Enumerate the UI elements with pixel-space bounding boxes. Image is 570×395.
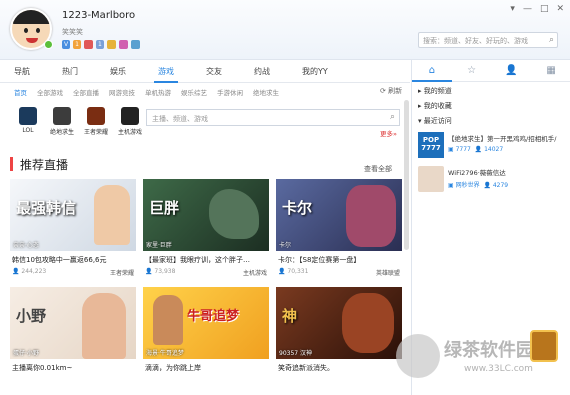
viewers-icon: 👤 xyxy=(145,268,153,275)
viewers-icon: 👤 xyxy=(278,268,286,275)
streamer-avatar xyxy=(418,166,444,192)
subnav-all-games[interactable]: 全部游戏 xyxy=(37,87,63,97)
vip-badge-icon[interactable]: V xyxy=(62,40,71,49)
card-thumbnail[interactable]: 巨胖 家里·巨胖 xyxy=(143,179,269,251)
card-thumbnail[interactable]: 小野 蛋仔·小野 xyxy=(10,287,136,359)
main-nav: 导航 热门 娱乐 游戏 交友 约战 我的YY xyxy=(0,60,410,83)
close-icon[interactable]: ✕ xyxy=(556,4,564,14)
level-badge-icon[interactable]: 1 xyxy=(73,40,81,49)
right-tabs: ⌂ ☆ 👤 ▦ xyxy=(412,60,570,82)
rank-badge-icon[interactable]: 1 xyxy=(95,40,104,49)
see-all-link[interactable]: 查看全部 xyxy=(364,164,392,174)
heart-badge-icon[interactable] xyxy=(83,40,93,49)
card-thumbnail[interactable]: 最强韩信 亲亲·心态 xyxy=(10,179,136,251)
apps-tab-icon[interactable]: ▦ xyxy=(531,60,570,82)
user-badges: V 1 1 xyxy=(62,40,140,49)
tab-games[interactable]: 游戏 xyxy=(154,60,178,83)
treasure-chest-icon[interactable] xyxy=(530,330,558,362)
my-favorites-link[interactable]: ▸ 我的收藏 xyxy=(418,99,452,114)
signature[interactable]: 笑笑笑 xyxy=(62,27,83,37)
console-icon xyxy=(121,107,139,125)
medal-badge-icon[interactable] xyxy=(106,40,116,49)
recent-item[interactable]: POP 7777 【绝地求生】第一开黑鸡鸡/招相机手/ ▣ 7777 👤 140… xyxy=(418,132,568,162)
tab-nav[interactable]: 导航 xyxy=(10,60,34,83)
tab-entertainment[interactable]: 娱乐 xyxy=(106,60,130,83)
hero-image xyxy=(346,185,396,247)
viewers-icon: 👤 xyxy=(12,268,20,275)
search-icon[interactable]: ⌕ xyxy=(549,35,554,45)
user-count-icon: 👤 xyxy=(474,146,483,153)
subnav-home[interactable]: 首页 xyxy=(14,87,27,97)
game-lol[interactable]: LOL xyxy=(14,107,42,136)
profile-header: 1223-Marlboro 笑笑笑 V 1 1 ▾ — □ ✕ 搜索：频道、好友… xyxy=(0,0,570,60)
section-title: 推荐直播 xyxy=(20,158,69,172)
user-count-icon: 👤 xyxy=(483,182,491,189)
game-console[interactable]: 主机游戏 xyxy=(116,107,144,136)
channel-id-icon: ▣ xyxy=(448,182,454,189)
subnav-single[interactable]: 单机热游 xyxy=(145,87,171,97)
game-shortcuts: LOL 绝地求生 王者荣耀 主机游戏 xyxy=(14,107,144,136)
more-games-link[interactable]: 更多» xyxy=(380,128,397,138)
subnav-all-live[interactable]: 全部直播 xyxy=(73,87,99,97)
game-honor-of-kings[interactable]: 王者荣耀 xyxy=(82,107,110,136)
sub-nav: 首页 全部游戏 全部直播 网游竞技 单机热游 娱乐综艺 手游休闲 绝地求生 xyxy=(0,83,410,101)
card-thumbnail[interactable]: 牛哥追梦 海景·牛哥追梦 xyxy=(143,287,269,359)
card-thumbnail[interactable]: 神 90357 汉神 xyxy=(276,287,402,359)
refresh-button[interactable]: ⟳ 刷新 xyxy=(380,86,402,96)
game-search-input[interactable]: 主播、频道、游戏 ⌕ xyxy=(146,109,400,126)
right-links: ▸ 我的频道 ▸ 我的收藏 ▾ 最近访问 xyxy=(418,84,452,129)
global-search-input[interactable]: 搜索：频道、好友、好玩的、游戏 ⌕ xyxy=(418,32,558,48)
section-accent xyxy=(10,157,13,171)
card-thumbnail[interactable]: 卡尔 卡尔 xyxy=(276,179,402,251)
monster-image xyxy=(342,293,394,353)
home-tab-icon[interactable]: ⌂ xyxy=(412,60,452,82)
chevron-right-icon: ▸ xyxy=(418,87,422,95)
channel-id-icon: ▣ xyxy=(448,146,454,153)
maximize-icon[interactable]: □ xyxy=(540,4,549,14)
friends-tab-icon[interactable]: 👤 xyxy=(492,60,532,82)
tab-friends[interactable]: 交友 xyxy=(202,60,226,83)
live-card[interactable]: 卡尔 卡尔 卡尔：【S8定位赛第一盘】 👤 70,331 英雄联盟 xyxy=(276,179,402,279)
pubg-icon xyxy=(53,107,71,125)
tab-battle[interactable]: 约战 xyxy=(250,60,274,83)
streamer-image xyxy=(94,185,130,245)
username: 1223-Marlboro xyxy=(62,10,136,21)
minimize-icon[interactable]: — xyxy=(523,4,532,14)
recent-item[interactable]: WiFi2796·薇薇信达 ▣ 网秒世界 👤 4279 xyxy=(418,166,568,196)
my-channels-link[interactable]: ▸ 我的频道 xyxy=(418,84,452,99)
honor-of-kings-icon xyxy=(87,107,105,125)
streamer-image xyxy=(153,295,183,345)
gift-badge-icon[interactable] xyxy=(118,40,128,49)
search-icon[interactable]: ⌕ xyxy=(390,112,395,122)
watermark-logo-icon xyxy=(396,334,440,378)
recent-visits-header[interactable]: ▾ 最近访问 xyxy=(418,114,452,129)
lol-icon xyxy=(19,107,37,125)
live-card[interactable]: 神 90357 汉神 笑奇追新派消失。 xyxy=(276,287,402,387)
favorites-tab-icon[interactable]: ☆ xyxy=(452,60,492,82)
subnav-online[interactable]: 网游竞技 xyxy=(109,87,135,97)
settings-badge-icon[interactable] xyxy=(130,40,140,49)
streamer-image xyxy=(82,293,126,359)
subnav-variety[interactable]: 娱乐综艺 xyxy=(181,87,207,97)
dinosaur-image xyxy=(209,189,259,239)
live-card[interactable]: 牛哥追梦 海景·牛哥追梦 滴滴，为你跳上岸 xyxy=(143,287,269,387)
channel-logo-icon: POP 7777 xyxy=(418,132,444,158)
refresh-icon: ⟳ xyxy=(380,87,386,95)
scrollbar[interactable] xyxy=(404,100,409,250)
chevron-down-icon: ▾ xyxy=(418,117,422,125)
tab-my-yy[interactable]: 我的YY xyxy=(298,60,332,83)
game-pubg[interactable]: 绝地求生 xyxy=(48,107,76,136)
subnav-pubg[interactable]: 绝地求生 xyxy=(253,87,279,97)
tab-hot[interactable]: 热门 xyxy=(58,60,82,83)
live-card[interactable]: 最强韩信 亲亲·心态 韩信10包攻略中一赢返66,6元 👤 244,223 王者… xyxy=(10,179,136,279)
menu-icon[interactable]: ▾ xyxy=(510,4,515,14)
subnav-mobile[interactable]: 手游休闲 xyxy=(217,87,243,97)
live-card[interactable]: 小野 蛋仔·小野 主播离你0.01km~ xyxy=(10,287,136,387)
window-controls: ▾ — □ ✕ xyxy=(510,4,564,14)
chevron-right-icon: ▸ xyxy=(418,102,422,110)
online-status-icon xyxy=(44,40,53,49)
live-card[interactable]: 巨胖 家里·巨胖 【最家班】我眼疗训，这个胖子… 👤 73,938 主机游戏 xyxy=(143,179,269,279)
